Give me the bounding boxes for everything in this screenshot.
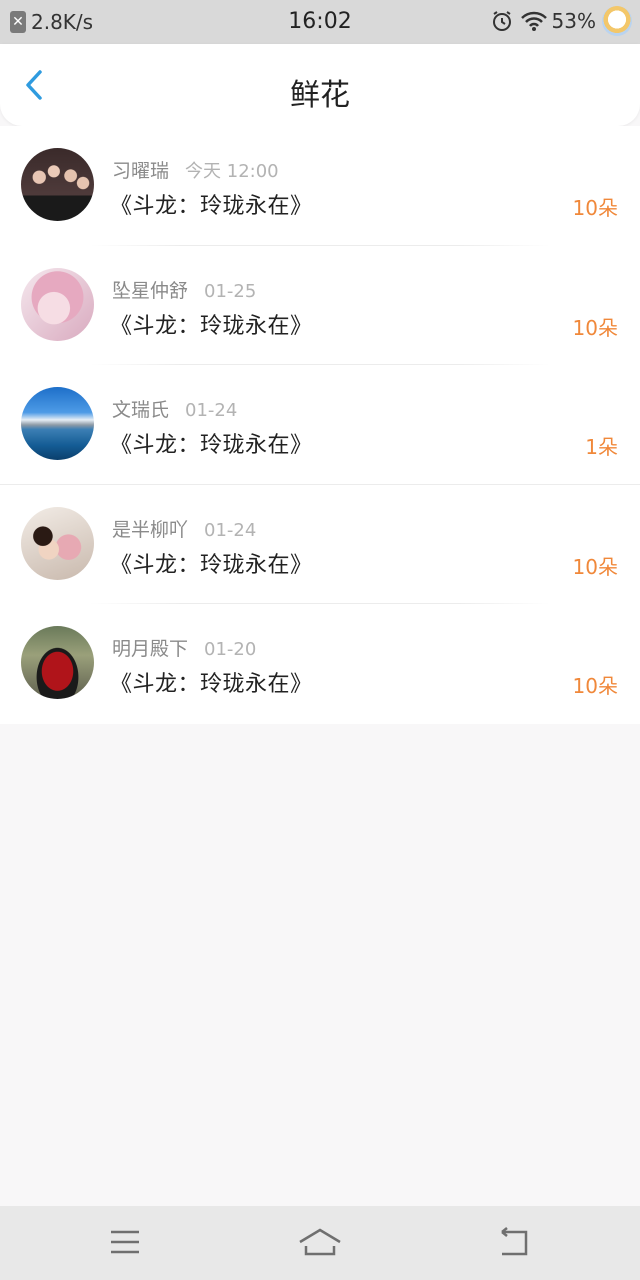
- send-date: 01-20: [204, 639, 257, 660]
- battery-level: 53%: [551, 9, 596, 33]
- menu-button[interactable]: [103, 1226, 147, 1260]
- return-icon: [494, 1227, 538, 1264]
- status-bar: ✕ 2.8K/s 16:02 53%: [0, 0, 640, 44]
- home-button[interactable]: [298, 1226, 342, 1260]
- book-title: 《斗龙：玲珑永在》: [110, 313, 313, 339]
- page-title: 鲜花: [290, 78, 350, 113]
- flower-count: 10朵: [572, 315, 618, 340]
- sender-name: 文瑞氏: [112, 399, 170, 421]
- flower-count: 10朵: [572, 674, 618, 698]
- send-date: 01-24: [204, 519, 257, 541]
- status-right: 53%: [490, 6, 632, 36]
- list-item[interactable]: 习曜瑞 今天 12:00 《斗龙：玲珑永在》 10朵: [0, 126, 640, 246]
- menu-icon: [103, 1230, 147, 1264]
- avatar: [21, 148, 94, 221]
- sender-name: 习曜瑞: [112, 160, 170, 182]
- mascot-icon: [602, 6, 632, 36]
- list-item[interactable]: 文瑞氏 01-24 《斗龙：玲珑永在》 1朵: [0, 365, 640, 485]
- book-title: 《斗龙：玲珑永在》: [110, 433, 313, 458]
- avatar: [21, 267, 94, 341]
- sender-name: 明月殿下: [112, 638, 189, 660]
- send-date: 今天 12:00: [185, 161, 279, 182]
- book-title: 《斗龙：玲珑永在》: [110, 194, 313, 219]
- book-title: 《斗龙：玲珑永在》: [110, 552, 313, 578]
- sender-name: 是半柳吖: [112, 518, 189, 541]
- avatar: [21, 387, 94, 460]
- list-item[interactable]: 是半柳吖 01-24 《斗龙：玲珑永在》 10朵: [0, 485, 640, 604]
- book-title: 《斗龙：玲珑永在》: [110, 672, 313, 697]
- sender-line: 习曜瑞 今天 12:00: [112, 156, 279, 183]
- home-icon: [298, 1228, 342, 1264]
- back-nav-button[interactable]: [494, 1226, 538, 1260]
- sender-name: 坠星仲舒: [112, 279, 189, 302]
- list-item[interactable]: 坠星仲舒 01-25 《斗龙：玲珑永在》 10朵: [0, 246, 640, 365]
- avatar: [21, 626, 94, 699]
- alarm-icon: [490, 9, 514, 33]
- flower-list: 习曜瑞 今天 12:00 《斗龙：玲珑永在》 10朵 坠星仲舒 01-25 《斗龙：…: [0, 126, 640, 724]
- flower-count: 10朵: [572, 554, 618, 579]
- send-date: 01-25: [204, 280, 257, 302]
- system-nav-bar: [0, 1206, 640, 1280]
- avatar: [21, 506, 94, 580]
- wifi-icon: [520, 10, 548, 32]
- sender-line: 文瑞氏 01-24: [112, 395, 237, 422]
- send-date: 01-24: [185, 400, 238, 421]
- flower-count: 10朵: [572, 196, 618, 220]
- app-header: 鲜花: [0, 44, 640, 126]
- sender-line: 坠星仲舒 01-25: [112, 276, 256, 303]
- flower-count: 1朵: [585, 435, 618, 459]
- sender-line: 明月殿下 01-20: [112, 634, 256, 661]
- sender-line: 是半柳吖 01-24: [112, 515, 256, 542]
- list-item[interactable]: 明月殿下 01-20 《斗龙：玲珑永在》 10朵: [0, 604, 640, 724]
